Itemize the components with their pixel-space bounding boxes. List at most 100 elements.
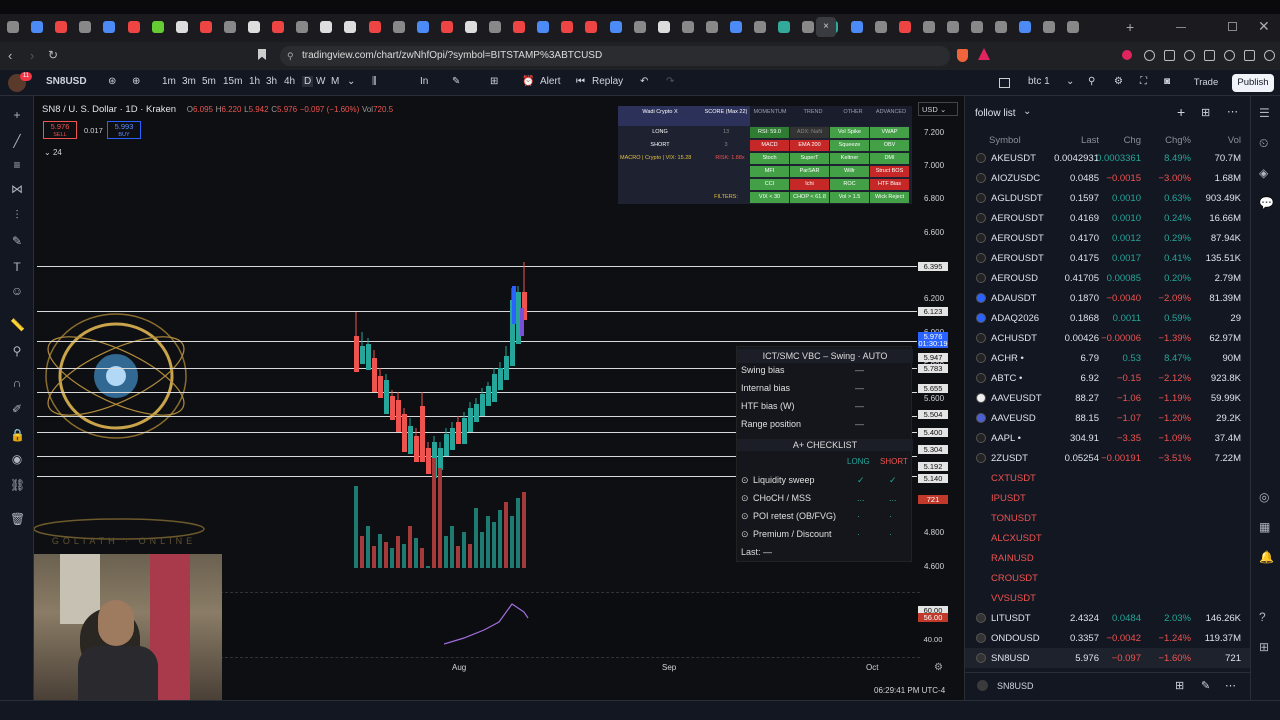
browser-tab-favicon-icon[interactable] xyxy=(151,21,164,33)
browser-tab-favicon-icon[interactable] xyxy=(874,21,887,33)
watchlist-row[interactable]: AAVEUSDT 88.27 −1.06 −1.19% 59.99K xyxy=(965,388,1251,408)
extension-icon[interactable] xyxy=(1184,50,1195,61)
minimize-icon[interactable] xyxy=(1176,27,1186,28)
watchlist-row[interactable]: AGLDUSDT 0.1597 0.0010 0.63% 903.49K xyxy=(965,188,1251,208)
watchlist-symbol[interactable]: ADAQ2026 xyxy=(991,313,1039,324)
browser-tab-favicon-icon[interactable] xyxy=(609,21,622,33)
browser-tab-favicon-icon[interactable] xyxy=(1019,21,1032,33)
brave-rewards-icon[interactable] xyxy=(978,48,990,60)
browser-tab-favicon-icon[interactable] xyxy=(175,21,188,33)
more-icon[interactable]: ⋯ xyxy=(1225,679,1236,692)
watchlist-symbol[interactable]: AIOZUSDC xyxy=(991,173,1040,184)
search-icon[interactable]: ⚲ xyxy=(1088,76,1095,87)
watchlist-symbol[interactable]: CROUSDT xyxy=(991,573,1038,584)
interval-w[interactable]: W xyxy=(316,76,325,87)
browser-tab-favicon-icon[interactable] xyxy=(489,21,501,33)
interval-chevron-icon[interactable]: ⌄ xyxy=(347,76,355,87)
watchlist-symbol[interactable]: 2ZUSDT xyxy=(991,453,1028,464)
layout-square-icon[interactable] xyxy=(999,78,1010,88)
watchlist-row[interactable]: ABTC • 6.92 −0.15 −2.12% 923.8K xyxy=(965,368,1251,388)
footer-symbol[interactable]: SN8USD xyxy=(997,681,1034,691)
browser-tab-favicon-icon[interactable] xyxy=(464,21,477,33)
layout-menu-chevron-icon[interactable]: ⌄ xyxy=(1066,76,1074,87)
watchlist-row[interactable]: LITUSDT 2.4324 0.0484 2.03% 146.26K xyxy=(965,608,1251,628)
text-icon[interactable]: T xyxy=(10,260,24,274)
interval-3h[interactable]: 3h xyxy=(266,76,277,87)
currency-selector[interactable]: USD ⌄ xyxy=(918,102,958,116)
watchlist-symbol[interactable]: TONUSDT xyxy=(991,513,1037,524)
chart-pane[interactable]: SN8 / U. S. Dollar · 1D · Kraken O6.095 … xyxy=(34,96,962,700)
watchlist-row[interactable]: AIOZUSDC 0.0485 −0.0015 −3.00% 1.68M xyxy=(965,168,1251,188)
browser-tab-favicon-icon[interactable] xyxy=(778,21,791,33)
alerts-clock-icon[interactable]: ⏲ xyxy=(1259,136,1268,151)
watchlist-title[interactable]: follow list xyxy=(975,108,1016,119)
watchlist-symbol[interactable]: ACHUSDT xyxy=(991,333,1037,344)
bookmark-icon[interactable] xyxy=(258,49,266,60)
fib-icon[interactable]: ≡ xyxy=(10,158,24,172)
browser-tab-favicon-icon[interactable] xyxy=(513,21,526,33)
watchlist-symbol[interactable]: SN8USD xyxy=(991,653,1030,664)
layouts-icon[interactable]: ⊞ xyxy=(490,76,498,87)
interval-d[interactable]: D xyxy=(302,76,314,87)
extension-icon[interactable] xyxy=(1144,50,1155,61)
eye-icon[interactable]: ◉ xyxy=(10,452,24,466)
browser-tab-favicon-icon[interactable] xyxy=(633,21,646,33)
advanced-view-icon[interactable]: ⊞ xyxy=(1201,106,1210,119)
watchlist-row[interactable]: AKEUSDT 0.0042931 0.0003361 8.49% 70.7M xyxy=(965,148,1251,168)
browser-tab-favicon-icon[interactable] xyxy=(7,21,19,33)
watchlist-symbol[interactable]: AKEUSDT xyxy=(991,153,1036,164)
browser-tab-favicon-icon[interactable] xyxy=(802,21,815,33)
watchlist-symbol[interactable]: ONDOUSD xyxy=(991,633,1040,644)
watchlist-row[interactable]: CROUSDT xyxy=(965,568,1251,588)
watchlist-row[interactable]: ACHR • 6.79 0.53 8.47% 90M xyxy=(965,348,1251,368)
alert-icon[interactable]: ⏰ xyxy=(522,76,534,87)
browser-tab-favicon-icon[interactable] xyxy=(248,21,260,33)
extension-icon[interactable] xyxy=(1224,50,1235,61)
interval-4h[interactable]: 4h xyxy=(284,76,295,87)
browser-tab-favicon-icon[interactable] xyxy=(971,21,983,33)
watchlist-row[interactable]: CXTUSDT xyxy=(965,468,1251,488)
grid-apps-icon[interactable]: ⊞ xyxy=(1259,640,1269,654)
url-field[interactable]: ⚲ tradingview.com/chart/zwNhfOpi/?symbol… xyxy=(280,46,950,66)
alert-button[interactable]: Alert xyxy=(540,76,561,87)
interval-15m[interactable]: 15m xyxy=(223,76,242,87)
browser-tab-favicon-icon[interactable] xyxy=(585,21,598,33)
watchlist-row[interactable]: TONUSDT xyxy=(965,508,1251,528)
watchlist-column-header[interactable]: Chg xyxy=(1124,135,1141,146)
extension-icon[interactable] xyxy=(1244,50,1255,61)
browser-tab-favicon-icon[interactable] xyxy=(416,21,429,33)
browser-tab-favicon-icon[interactable] xyxy=(537,21,550,33)
browser-tab-favicon-icon[interactable] xyxy=(705,21,718,33)
browser-tab-favicon-icon[interactable] xyxy=(946,21,959,33)
watchlist-symbol[interactable]: AEROUSDT xyxy=(991,253,1044,264)
add-symbol-plus-icon[interactable]: + xyxy=(1177,104,1185,120)
watchlist-symbol[interactable]: AAVEUSD xyxy=(991,413,1036,424)
calendar-icon[interactable]: ▦ xyxy=(1259,520,1270,534)
watchlist-row[interactable]: ADAUSDT 0.1870 −0.0040 −2.09% 81.39M xyxy=(965,288,1251,308)
watchlist-symbol[interactable]: RAINUSD xyxy=(991,553,1034,564)
watchlist-symbol[interactable]: AAPL • xyxy=(991,433,1021,444)
extension-icon[interactable] xyxy=(1264,50,1275,61)
compare-symbol-icon[interactable]: ⊛ xyxy=(108,76,116,87)
extension-icon[interactable] xyxy=(1122,50,1132,60)
browser-tab-favicon-icon[interactable] xyxy=(320,21,333,33)
interval-1h[interactable]: 1h xyxy=(249,76,260,87)
redo-icon[interactable]: ↷ xyxy=(666,76,674,87)
fullscreen-icon[interactable]: ⛶ xyxy=(1140,76,1147,87)
lock-icon[interactable]: 🔒 xyxy=(10,428,25,442)
browser-tab-favicon-icon[interactable] xyxy=(368,21,381,33)
browser-tab-favicon-icon[interactable] xyxy=(31,21,44,33)
browser-tab-favicon-icon[interactable] xyxy=(657,21,670,33)
chart-type-icon[interactable]: ⫼ xyxy=(372,76,377,87)
watchlist-symbol[interactable]: AGLDUSDT xyxy=(991,193,1043,204)
browser-tab-favicon-icon[interactable] xyxy=(127,21,140,33)
browser-tab-favicon-icon[interactable] xyxy=(79,21,92,33)
browser-tab-favicon-icon[interactable] xyxy=(296,21,309,33)
pencil-lock-icon[interactable]: ✐ xyxy=(10,402,24,416)
edit-icon[interactable]: ✎ xyxy=(1201,679,1210,692)
target-icon[interactable]: ◎ xyxy=(1259,490,1269,504)
browser-tab-favicon-icon[interactable] xyxy=(995,21,1008,33)
help-icon[interactable]: ? xyxy=(1259,610,1266,624)
browser-tab-favicon-icon[interactable] xyxy=(440,21,453,33)
watchlist-row[interactable]: ONDOUSD 0.3357 −0.0042 −1.24% 119.37M xyxy=(965,628,1251,648)
